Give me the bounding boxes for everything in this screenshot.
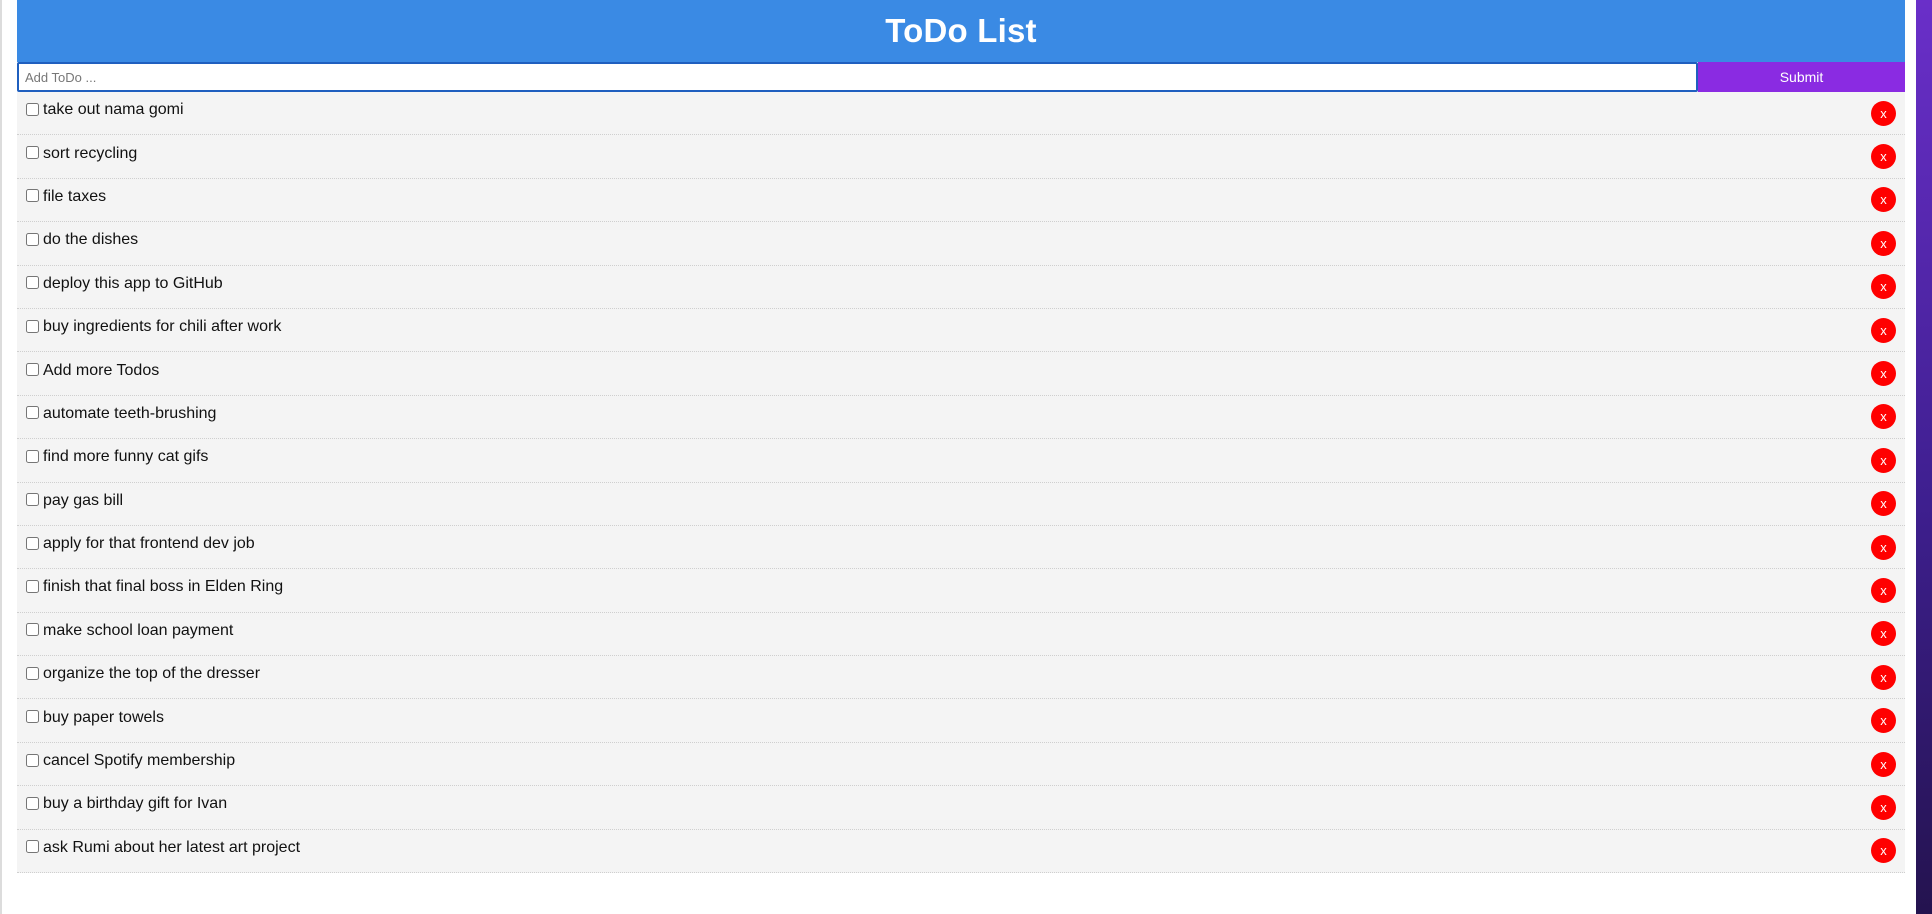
todo-text: buy ingredients for chili after work — [43, 318, 282, 336]
todo-checkbox[interactable] — [26, 840, 39, 854]
todo-item: apply for that frontend dev job x — [17, 525, 1905, 570]
todo-item: buy a birthday gift for Ivan x — [17, 786, 1905, 830]
todo-checkbox[interactable] — [26, 710, 39, 724]
todo-text: buy a birthday gift for Ivan — [43, 795, 228, 813]
todo-text: make school loan payment — [43, 621, 234, 639]
todo-checkbox[interactable] — [26, 102, 39, 116]
todo-text: ask Rumi about her latest art project — [43, 838, 301, 856]
todo-checkbox[interactable] — [26, 406, 39, 420]
delete-todo-button[interactable]: x — [1871, 664, 1896, 690]
todo-item: organize the top of the dresser x — [17, 656, 1905, 700]
todo-checkbox[interactable] — [26, 449, 39, 463]
todo-item: make school loan payment x — [17, 612, 1905, 657]
delete-todo-button[interactable]: x — [1871, 621, 1896, 647]
todo-text: cancel Spotify membership — [43, 752, 236, 770]
delete-todo-button[interactable]: x — [1871, 187, 1896, 213]
todo-checkbox[interactable] — [26, 623, 39, 637]
page-title: ToDo List — [885, 12, 1037, 49]
todo-item: buy ingredients for chili after work x — [17, 308, 1905, 353]
delete-todo-button[interactable]: x — [1871, 491, 1896, 517]
todo-checkbox[interactable] — [26, 493, 39, 507]
delete-todo-button[interactable]: x — [1871, 447, 1896, 473]
todo-text: automate teeth-brushing — [43, 404, 217, 422]
todo-checkbox[interactable] — [26, 536, 39, 550]
delete-todo-button[interactable]: x — [1871, 534, 1896, 560]
todo-text: sort recycling — [43, 144, 138, 162]
todo-text: buy paper towels — [43, 708, 164, 726]
app-header: ToDo List — [17, 0, 1905, 62]
delete-todo-button[interactable]: x — [1871, 794, 1896, 820]
todo-text: organize the top of the dresser — [43, 665, 261, 683]
todo-checkbox[interactable] — [26, 796, 39, 810]
delete-todo-button[interactable]: x — [1871, 708, 1896, 734]
todo-item: take out nama gomi x — [17, 92, 1905, 136]
todo-item: pay gas bill x — [17, 482, 1905, 526]
todo-item: automate teeth-brushing x — [17, 395, 1905, 440]
todo-item: finish that final boss in Elden Ring x — [17, 569, 1905, 613]
todo-text: do the dishes — [43, 231, 139, 249]
todo-item: ask Rumi about her latest art project x — [17, 829, 1905, 874]
todo-checkbox[interactable] — [26, 146, 39, 160]
todo-checkbox[interactable] — [26, 666, 39, 680]
add-todo-input[interactable] — [17, 62, 1698, 92]
todo-checkbox[interactable] — [26, 276, 39, 290]
add-todo-form: Submit — [17, 62, 1905, 92]
todo-text: take out nama gomi — [43, 101, 184, 119]
todo-text: apply for that frontend dev job — [43, 535, 255, 553]
delete-todo-button[interactable]: x — [1871, 317, 1896, 343]
todo-item: do the dishes x — [17, 222, 1905, 266]
todo-item: deploy this app to GitHub x — [17, 265, 1905, 309]
delete-todo-button[interactable]: x — [1871, 361, 1896, 387]
todo-text: find more funny cat gifs — [43, 448, 209, 466]
todo-checkbox[interactable] — [26, 753, 39, 767]
delete-todo-button[interactable]: x — [1871, 230, 1896, 256]
submit-button[interactable]: Submit — [1698, 62, 1905, 92]
todo-text: pay gas bill — [43, 491, 124, 509]
todo-text: Add more Todos — [43, 361, 160, 379]
delete-todo-button[interactable]: x — [1871, 144, 1896, 170]
todo-item: file taxes x — [17, 178, 1905, 223]
window-left-edge — [0, 0, 2, 914]
todo-checkbox[interactable] — [26, 363, 39, 377]
todo-item: find more funny cat gifs x — [17, 439, 1905, 483]
delete-todo-button[interactable]: x — [1871, 577, 1896, 603]
todo-text: finish that final boss in Elden Ring — [43, 578, 284, 596]
todo-item: sort recycling x — [17, 135, 1905, 179]
todo-text: deploy this app to GitHub — [43, 274, 223, 292]
todo-checkbox[interactable] — [26, 319, 39, 333]
delete-todo-button[interactable]: x — [1871, 838, 1896, 864]
todo-list: take out nama gomi x sort recycling x fi… — [17, 92, 1905, 874]
todo-text: file taxes — [43, 187, 107, 205]
delete-todo-button[interactable]: x — [1871, 274, 1896, 300]
todo-item: Add more Todos x — [17, 352, 1905, 396]
todo-checkbox[interactable] — [26, 579, 39, 593]
delete-todo-button[interactable]: x — [1871, 751, 1896, 777]
delete-todo-button[interactable]: x — [1871, 404, 1896, 430]
todo-item: cancel Spotify membership x — [17, 742, 1905, 787]
delete-todo-button[interactable]: x — [1871, 100, 1896, 126]
todo-checkbox[interactable] — [26, 232, 39, 246]
desktop-background — [1916, 0, 1932, 914]
todo-checkbox[interactable] — [26, 189, 39, 203]
todo-item: buy paper towels x — [17, 699, 1905, 743]
todo-app: ToDo List Submit take out nama gomi x so… — [17, 0, 1905, 874]
